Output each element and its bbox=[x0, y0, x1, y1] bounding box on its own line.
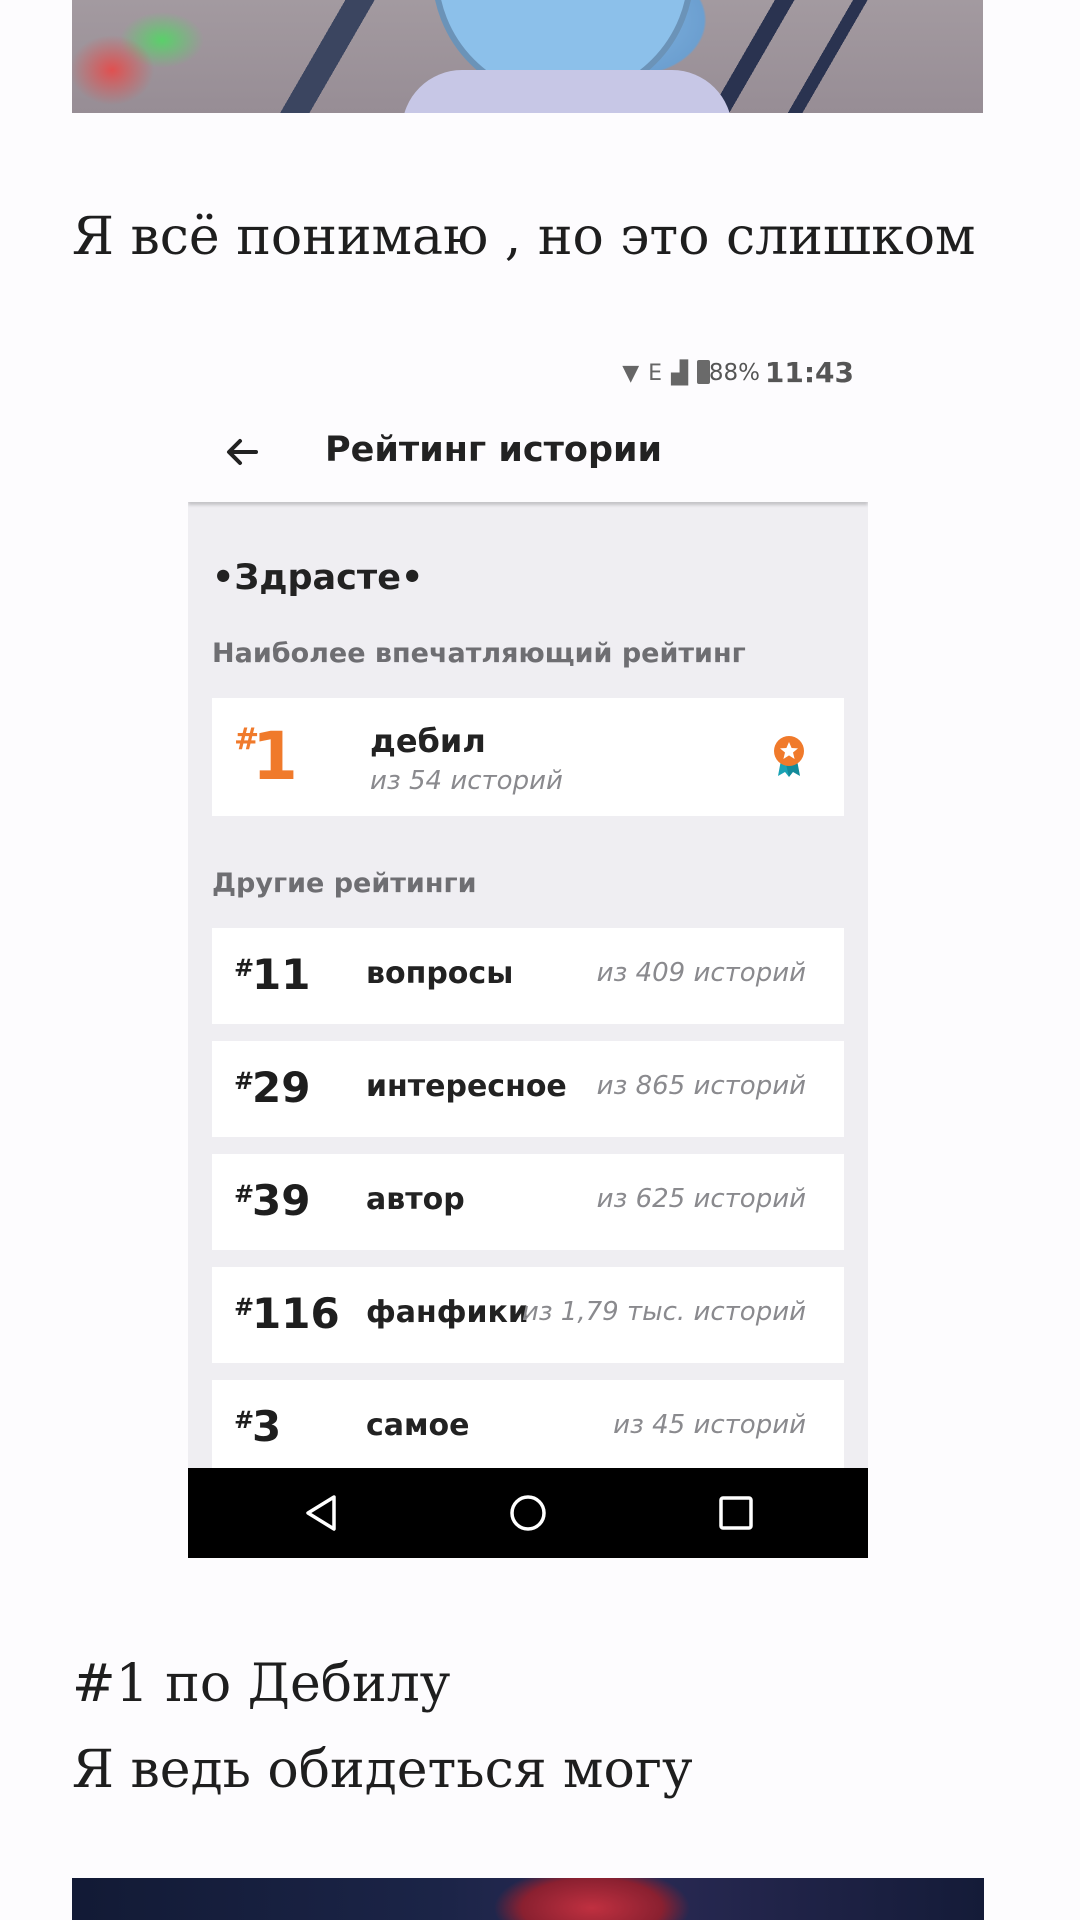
wifi-icon: ▼ bbox=[622, 361, 641, 386]
rank-number: 39 bbox=[252, 1176, 311, 1225]
bottom-illustration-image bbox=[72, 1878, 984, 1920]
rating-category: самое bbox=[366, 1408, 470, 1443]
battery-percent: 88% bbox=[708, 360, 760, 386]
top-illustration-image bbox=[72, 0, 983, 113]
app-bar: Рейтинг истории bbox=[188, 400, 868, 502]
rank-number: 29 bbox=[252, 1063, 311, 1112]
rating-out-of: из 865 историй bbox=[596, 1071, 806, 1101]
network-type: E bbox=[648, 361, 664, 386]
other-ratings-label: Другие рейтинги bbox=[212, 868, 477, 899]
signal-icons: ▼ E ▟ bbox=[622, 360, 720, 386]
rating-category: фанфики bbox=[366, 1295, 529, 1330]
back-arrow-icon[interactable] bbox=[222, 432, 262, 472]
caption-top: Я всё понимаю , но это слишком bbox=[72, 207, 976, 267]
best-rating-card[interactable]: # 1 дебил из 54 историй bbox=[212, 698, 844, 816]
rating-row[interactable]: # 3 самое из 45 историй bbox=[212, 1380, 844, 1476]
nav-recents-icon[interactable] bbox=[715, 1492, 757, 1534]
cell-signal-icon: ▟ bbox=[671, 361, 689, 386]
rating-out-of: из 625 историй bbox=[596, 1184, 806, 1214]
rating-out-of: из 45 историй bbox=[613, 1410, 806, 1440]
nav-home-icon[interactable] bbox=[507, 1492, 549, 1534]
caption-bottom-line2: Я ведь обидеться могу bbox=[72, 1740, 693, 1800]
rank-number: 1 bbox=[252, 718, 298, 795]
rank-number: 11 bbox=[252, 950, 311, 999]
rating-out-of: из 54 историй bbox=[370, 766, 563, 796]
caption-bottom-line1: #1 по Дебилу bbox=[72, 1654, 451, 1714]
rating-row[interactable]: # 11 вопросы из 409 историй bbox=[212, 928, 844, 1024]
rating-category: дебил bbox=[370, 722, 486, 760]
rank-number: 3 bbox=[252, 1402, 282, 1451]
nav-back-icon[interactable] bbox=[300, 1492, 342, 1534]
hand-shape bbox=[402, 70, 732, 113]
rating-row[interactable]: # 39 автор из 625 историй bbox=[212, 1154, 844, 1250]
page-title: Рейтинг истории bbox=[325, 430, 663, 470]
rating-out-of: из 1,79 тыс. историй bbox=[521, 1297, 806, 1327]
embedded-phone-screenshot: ▼ E ▟ 88% 11:43 Рейтинг истории •Здрасте… bbox=[188, 340, 868, 1558]
rating-category: вопросы bbox=[366, 956, 514, 991]
rating-row[interactable]: # 116 фанфики из 1,79 тыс. историй bbox=[212, 1267, 844, 1363]
rating-out-of: из 409 историй bbox=[596, 958, 806, 988]
rating-category: автор bbox=[366, 1182, 465, 1217]
rating-category: интересное bbox=[366, 1069, 567, 1104]
rating-row[interactable]: # 29 интересное из 865 историй bbox=[212, 1041, 844, 1137]
rank-number: 116 bbox=[252, 1289, 340, 1338]
android-nav-bar bbox=[188, 1468, 868, 1558]
status-bar: ▼ E ▟ 88% 11:43 bbox=[188, 340, 868, 400]
status-time: 11:43 bbox=[764, 356, 854, 389]
medal-icon bbox=[774, 736, 804, 777]
story-title: •Здрасте• bbox=[212, 558, 424, 598]
best-rating-label: Наиболее впечатляющий рейтинг bbox=[212, 638, 746, 669]
